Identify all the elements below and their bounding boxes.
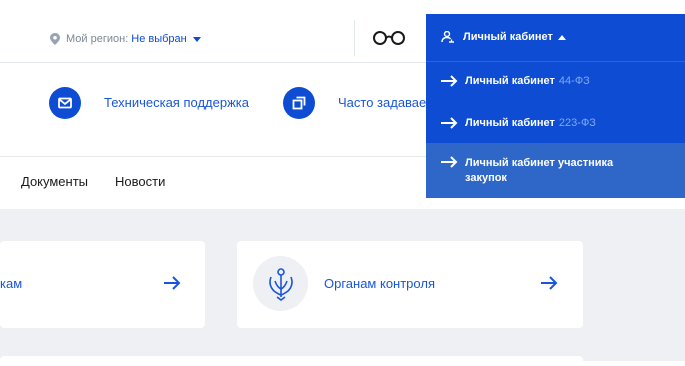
- dropdown-divider: [426, 61, 685, 62]
- region-selector[interactable]: Мой регион: Не выбран: [50, 31, 201, 47]
- arrow-right-icon[interactable]: [163, 275, 181, 291]
- cabinet-item-label: Личный кабинет: [465, 117, 555, 129]
- next-card: [0, 356, 583, 366]
- cabinet-item-44fz[interactable]: Личный кабинет 44-ФЗ: [426, 75, 685, 87]
- cabinet-item-label: Личный кабинет участника закупок: [465, 157, 614, 184]
- control-bodies-label[interactable]: Органам контроля: [324, 276, 435, 291]
- arrow-right-icon: [441, 156, 458, 168]
- cabinet-item-suffix: 44-ФЗ: [558, 75, 590, 87]
- user-icon: [441, 31, 454, 43]
- location-pin-icon: [50, 33, 60, 45]
- header-divider: [354, 20, 355, 56]
- tech-support-link[interactable]: Техническая поддержка: [104, 95, 249, 110]
- arrow-right-icon[interactable]: [540, 275, 558, 291]
- arrow-right-icon: [441, 117, 458, 129]
- glasses-icon[interactable]: [371, 28, 407, 48]
- category-card-label[interactable]: кам: [0, 276, 22, 291]
- mail-icon[interactable]: [49, 87, 81, 119]
- nav-news[interactable]: Новости: [115, 174, 165, 189]
- cabinet-item-label: Личный кабинет: [465, 75, 555, 87]
- cabinet-item-suffix: 223-ФЗ: [558, 117, 596, 129]
- faq-link[interactable]: Часто задаваемые вопросы: [338, 95, 428, 110]
- chevron-up-icon: [557, 34, 566, 40]
- cabinet-dropdown-toggle[interactable]: Личный кабинет: [441, 31, 566, 43]
- cabinet-item-participant[interactable]: Личный кабинет участника закупок: [426, 156, 685, 186]
- copy-icon[interactable]: [283, 87, 315, 119]
- arrow-right-icon: [441, 75, 458, 87]
- nav-documents[interactable]: Документы: [21, 174, 88, 189]
- cabinet-title: Личный кабинет: [463, 31, 553, 43]
- emblem-icon: [253, 256, 308, 311]
- region-value[interactable]: Не выбран: [131, 33, 186, 45]
- chevron-down-icon: [192, 36, 201, 42]
- region-label: Мой регион:: [66, 33, 129, 45]
- cabinet-item-223fz[interactable]: Личный кабинет 223-ФЗ: [426, 117, 685, 129]
